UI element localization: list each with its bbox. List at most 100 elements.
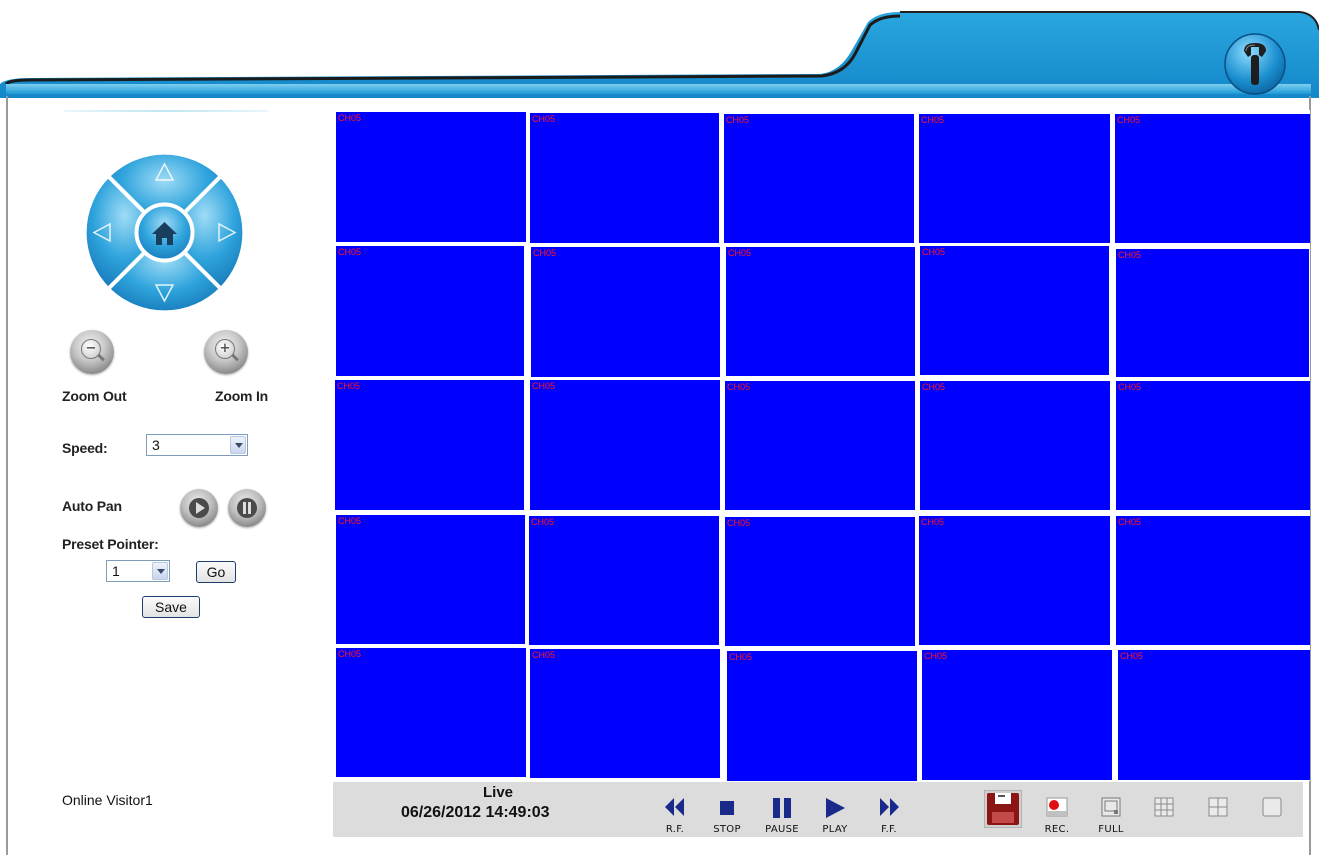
fullscreen-button[interactable]: FULL [1095,796,1127,836]
video-cell[interactable]: CH05 [919,516,1110,645]
video-cell[interactable]: CH05 [530,649,720,778]
fast-forward-icon [880,798,899,816]
video-cell[interactable]: CH05 [920,246,1109,375]
channel-label: CH05 [532,114,556,124]
video-cell[interactable]: CH05 [336,648,526,777]
stop-label: STOP [713,824,741,835]
channel-label: CH05 [1117,115,1141,125]
zoom-in-button[interactable]: + [204,330,248,374]
channel-label: CH05 [726,115,750,125]
rewind-icon [665,798,684,816]
channel-label: CH05 [338,649,362,659]
save-snapshot-button[interactable] [983,790,1023,830]
rewind-button[interactable]: R.F. [657,796,693,836]
layout-1-button[interactable] [1259,796,1285,836]
speed-label: Speed: [62,440,108,456]
header-bar [0,11,1319,98]
record-icon [1046,797,1068,817]
channel-label: CH05 [729,652,753,662]
channel-label: CH05 [921,517,945,527]
play-button[interactable]: PLAY [817,796,853,836]
video-cell[interactable]: CH05 [1115,114,1310,243]
video-cell[interactable]: CH05 [724,114,914,243]
auto-pan-play-button[interactable] [180,489,218,527]
preset-pointer-label: Preset Pointer: [62,536,159,552]
play-icon [196,502,205,514]
pause-label: PAUSE [765,824,799,835]
fullscreen-icon [1101,797,1121,817]
video-cell[interactable]: CH05 [727,651,917,781]
grid-9-icon [1154,797,1174,817]
video-cell[interactable]: CH05 [529,516,719,645]
video-cell[interactable]: CH05 [725,517,915,646]
play-label: PLAY [822,824,848,835]
preset-select[interactable]: 1 [106,560,170,582]
channel-label: CH05 [338,113,362,123]
video-cell[interactable]: CH05 [336,515,525,644]
channel-label: CH05 [727,518,751,528]
wrench-icon [1224,33,1286,95]
video-cell[interactable]: CH05 [530,113,719,243]
video-cell[interactable]: CH05 [1116,516,1310,645]
channel-label: CH05 [727,382,751,392]
channel-label: CH05 [533,248,557,258]
ptz-control [82,150,247,315]
video-grid: CH05 CH05 CH05 CH05 CH05 CH05 CH05 CH05 … [334,110,1310,781]
record-label: REC. [1044,824,1070,835]
channel-label: CH05 [921,115,945,125]
auto-pan-pause-button[interactable] [228,489,266,527]
channel-label: CH05 [338,516,362,526]
video-cell[interactable]: CH05 [336,246,524,376]
preset-save-button[interactable]: Save [142,596,200,618]
pause-button[interactable]: PAUSE [759,796,805,836]
sidebar-divider [64,110,268,112]
video-cell[interactable]: CH05 [1116,381,1310,510]
single-view-icon [1262,797,1282,817]
online-visitor-text: Online Visitor1 [62,792,153,808]
fast-forward-label: F.F. [881,824,897,835]
layout-4-button[interactable] [1205,796,1231,836]
video-cell[interactable]: CH05 [922,650,1112,780]
video-cell[interactable]: CH05 [919,114,1110,243]
channel-label: CH05 [922,247,946,257]
live-label: Live [483,784,514,801]
video-cell[interactable]: CH05 [335,380,524,510]
video-cell[interactable]: CH05 [1118,650,1310,780]
stop-icon [720,801,734,815]
speed-select[interactable]: 3 [146,434,248,456]
video-cell[interactable]: CH05 [530,380,720,510]
pause-icon [243,502,251,514]
video-cell[interactable]: CH05 [336,112,526,242]
chevron-down-icon [152,562,168,580]
stop-button[interactable]: STOP [707,796,747,836]
channel-label: CH05 [922,382,946,392]
fullscreen-label: FULL [1098,824,1124,835]
zoom-out-label: Zoom Out [62,388,127,404]
fast-forward-button[interactable]: F.F. [871,796,907,836]
video-cell[interactable]: CH05 [726,247,915,376]
auto-pan-label: Auto Pan [62,498,122,514]
layout-9-button[interactable] [1151,796,1177,836]
save-icon [984,790,1022,828]
channel-label: CH05 [728,248,752,258]
channel-label: CH05 [1118,250,1142,260]
video-cell[interactable]: CH05 [1116,249,1309,377]
grid-4-icon [1208,797,1228,817]
channel-label: CH05 [1118,382,1142,392]
video-cell[interactable]: CH05 [920,381,1110,510]
zoom-out-button[interactable]: − [70,330,114,374]
channel-label: CH05 [337,381,361,391]
channel-label: CH05 [532,650,556,660]
settings-button[interactable] [1224,33,1286,95]
playback-toolbar: Live 06/26/2012 14:49:03 R.F. STOP PAUSE… [333,782,1303,837]
channel-label: CH05 [1118,517,1142,527]
channel-label: CH05 [531,517,555,527]
video-cell[interactable]: CH05 [531,247,720,377]
chevron-down-icon [230,436,246,454]
channel-label: CH05 [338,247,362,257]
rewind-label: R.F. [665,824,685,835]
preset-go-button[interactable]: Go [196,561,236,583]
video-cell[interactable]: CH05 [725,381,915,510]
pause-icon [773,798,791,818]
record-button[interactable]: REC. [1041,796,1073,836]
